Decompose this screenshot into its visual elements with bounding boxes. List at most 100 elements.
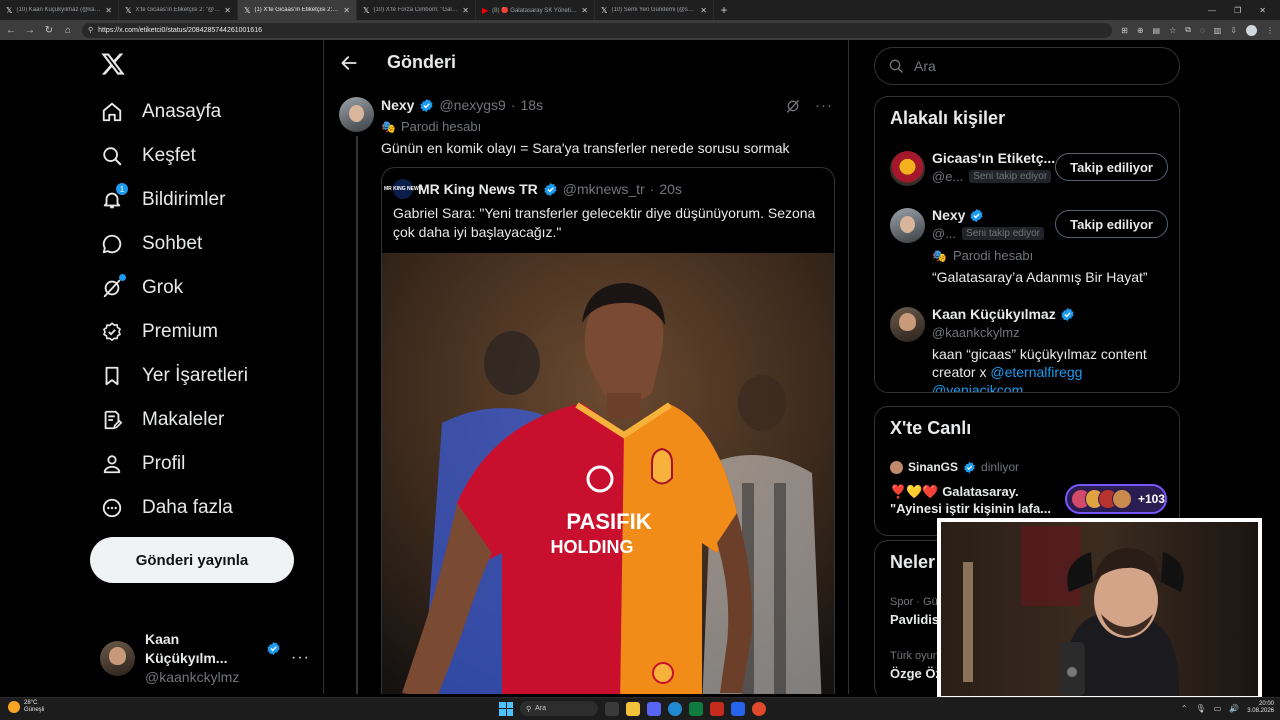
live-host-row: SinanGS dinliyor [890,460,1019,474]
x-icon: 𝕏 [601,5,608,15]
restore-icon[interactable]: ❐ [1234,6,1241,15]
post-button[interactable]: Gönderi yayınla [90,537,294,583]
person-item[interactable]: Nexy @... Seni takip ediyor Takip ediliy… [890,207,1168,288]
nav-home[interactable]: Anasayfa [100,97,221,127]
account-name-row: Kaan Küçükyılm... [145,630,281,668]
close-icon[interactable]: ✕ [224,6,231,15]
bio-mention-link[interactable]: @eternalfiregg [990,364,1082,380]
taskbar-apps: ⚲ Ara [499,701,766,716]
chevron-up-icon[interactable]: ⌃ [1181,704,1188,713]
url-input[interactable]: ⚲ https://x.com/etiketci0/status/2084285… [82,22,1113,38]
account-switcher[interactable]: Kaan Küçükyılm... @kaankckylmz ··· [100,631,310,685]
browser-tab[interactable]: ▶ (8) 🔴 Galatasaray SK Yönetim Ku ✕ [476,0,595,20]
verified-badge-icon [970,208,984,222]
microphone-icon[interactable]: 🎙 [1196,704,1206,713]
nav-chat[interactable]: Sohbet [100,229,202,259]
following-button[interactable]: Takip ediliyor [1055,153,1168,181]
search-input[interactable]: Ara [874,47,1180,85]
nav-notifications[interactable]: 1 Bildirimler [100,183,225,215]
back-icon[interactable]: ← [6,25,16,36]
trend-name[interactable]: Pavlidis [890,612,939,627]
task-view-icon[interactable] [605,701,619,716]
reader-icon[interactable]: ▤ [1153,26,1161,35]
tab-title: X'te Gicaas'ın Etiketçisi 2: "@forzag [135,7,220,13]
tab-title: (10) Kaan Küçükyılmaz (@kaankc [16,7,102,13]
edge-icon[interactable] [668,701,682,716]
nav-bookmarks[interactable]: Yer İşaretleri [100,361,248,391]
nav-more[interactable]: Daha fazla [100,493,233,523]
app-icon[interactable] [731,701,745,716]
minimize-icon[interactable]: — [1208,6,1216,15]
browser-profile-avatar[interactable] [1246,24,1257,36]
nav-profile[interactable]: Profil [100,449,185,479]
x-logo-icon[interactable] [100,51,126,77]
zoom-icon[interactable]: ⊕ [1137,26,1144,35]
tweet-author-avatar[interactable] [339,97,374,132]
live-listeners-pill[interactable]: +103 [1065,484,1167,514]
app-icon[interactable] [710,701,724,716]
nav-articles[interactable]: Makaleler [100,405,224,435]
close-icon[interactable]: ✕ [700,6,707,15]
browser-tab[interactable]: 𝕏 (10) Kaan Küçükyılmaz (@kaankc ✕ [0,0,119,20]
close-icon[interactable]: ✕ [462,6,469,15]
weather-widget[interactable]: 28°C Güneşli [8,700,44,714]
quoted-tweet-photo[interactable]: PASIFIK HOLDING [382,253,834,694]
browser-tab[interactable]: 𝕏 (10) X'te Forza Cimbom: "Galatas ✕ [357,0,476,20]
reload-icon[interactable]: ↻ [44,25,54,36]
grok-explain-icon[interactable] [785,98,801,114]
home-icon[interactable]: ⌂ [63,25,73,36]
nav-grok[interactable]: Grok [100,273,183,303]
forward-icon[interactable]: → [25,25,35,36]
bookmark-star-icon[interactable]: ☆ [1169,26,1176,35]
home-icon [100,100,124,124]
tweet-author-handle[interactable]: @nexygs9 [439,97,505,113]
quoted-tweet[interactable]: MR KING NEWS MR King News TR @mknews_tr … [381,167,835,694]
system-clock[interactable]: 20:00 3.08.2026 [1247,701,1274,715]
live-space-title[interactable]: ❣️💛❤️ Galatasaray. "Ayinesi iştir kişini… [890,483,1060,517]
trend-name[interactable]: Özge Öz [890,666,942,681]
bio-mention-link[interactable]: @yeniacikcom [932,382,1023,392]
card-title: X'te Canlı [890,418,972,438]
back-arrow-icon[interactable] [339,53,359,73]
nav-premium[interactable]: Premium [100,317,218,347]
space-emojis: ❣️💛❤️ [890,484,939,499]
tweet-time[interactable]: 18s [521,97,544,113]
person-item[interactable]: Kaan Küçükyılmaz @kaankckylmz kaan “gica… [890,306,1168,392]
volume-icon[interactable]: 🔊 [1229,704,1239,713]
x-icon: 𝕏 [6,5,13,15]
windows-start-icon[interactable] [499,701,513,716]
more-icon[interactable]: ··· [291,649,310,667]
chrome-icon[interactable] [752,701,766,716]
close-icon[interactable]: ✕ [343,6,350,15]
network-icon[interactable]: ▭ [1214,704,1222,713]
nav-explore[interactable]: Keşfet [100,141,196,171]
taskbar-search[interactable]: ⚲ Ara [520,701,598,716]
extensions-icon[interactable]: ⧉ [1185,25,1191,35]
new-tab-button[interactable]: + [714,3,734,17]
app-icon[interactable] [689,701,703,716]
more-icon[interactable]: ··· [815,97,833,114]
person-name: Nexy [932,207,966,223]
browser-tab[interactable]: 𝕏 (10) Semi Yeri Gündemi (@semiyer ✕ [595,0,714,20]
avatar [890,208,925,243]
browser-tab-active[interactable]: 𝕏 (1) X'te Gicaas'ın Etiketçisi 2: "@ne … [238,0,357,20]
sidebar-icon[interactable]: ▥ [1214,26,1222,35]
person-item[interactable]: Gicaas'ın Etiketç... @e... Seni takip ed… [890,150,1168,191]
window-close-icon[interactable]: ✕ [1259,6,1266,15]
install-app-icon[interactable]: ⊞ [1121,26,1128,35]
parody-text: Parodi hesabı [952,248,1034,263]
refresh-extension-icon[interactable]: ◌ [1200,26,1205,35]
following-button[interactable]: Takip ediliyor [1055,210,1168,238]
account-handle: @kaankckylmz [145,668,240,685]
site-info-icon[interactable]: ⚲ [88,26,93,34]
tweet-author-name[interactable]: Nexy [381,97,414,113]
close-icon[interactable]: ✕ [105,6,112,15]
file-explorer-icon[interactable] [626,701,640,716]
discord-icon[interactable] [647,701,661,716]
quoted-author-avatar: MR KING NEWS [384,179,422,199]
browser-menu-icon[interactable]: ⋮ [1266,26,1274,35]
person-sub-row: @kaankckylmz [932,325,1020,340]
close-icon[interactable]: ✕ [581,6,588,15]
downloads-icon[interactable]: ⇩ [1230,26,1237,35]
browser-tab[interactable]: 𝕏 X'te Gicaas'ın Etiketçisi 2: "@forzag … [119,0,238,20]
